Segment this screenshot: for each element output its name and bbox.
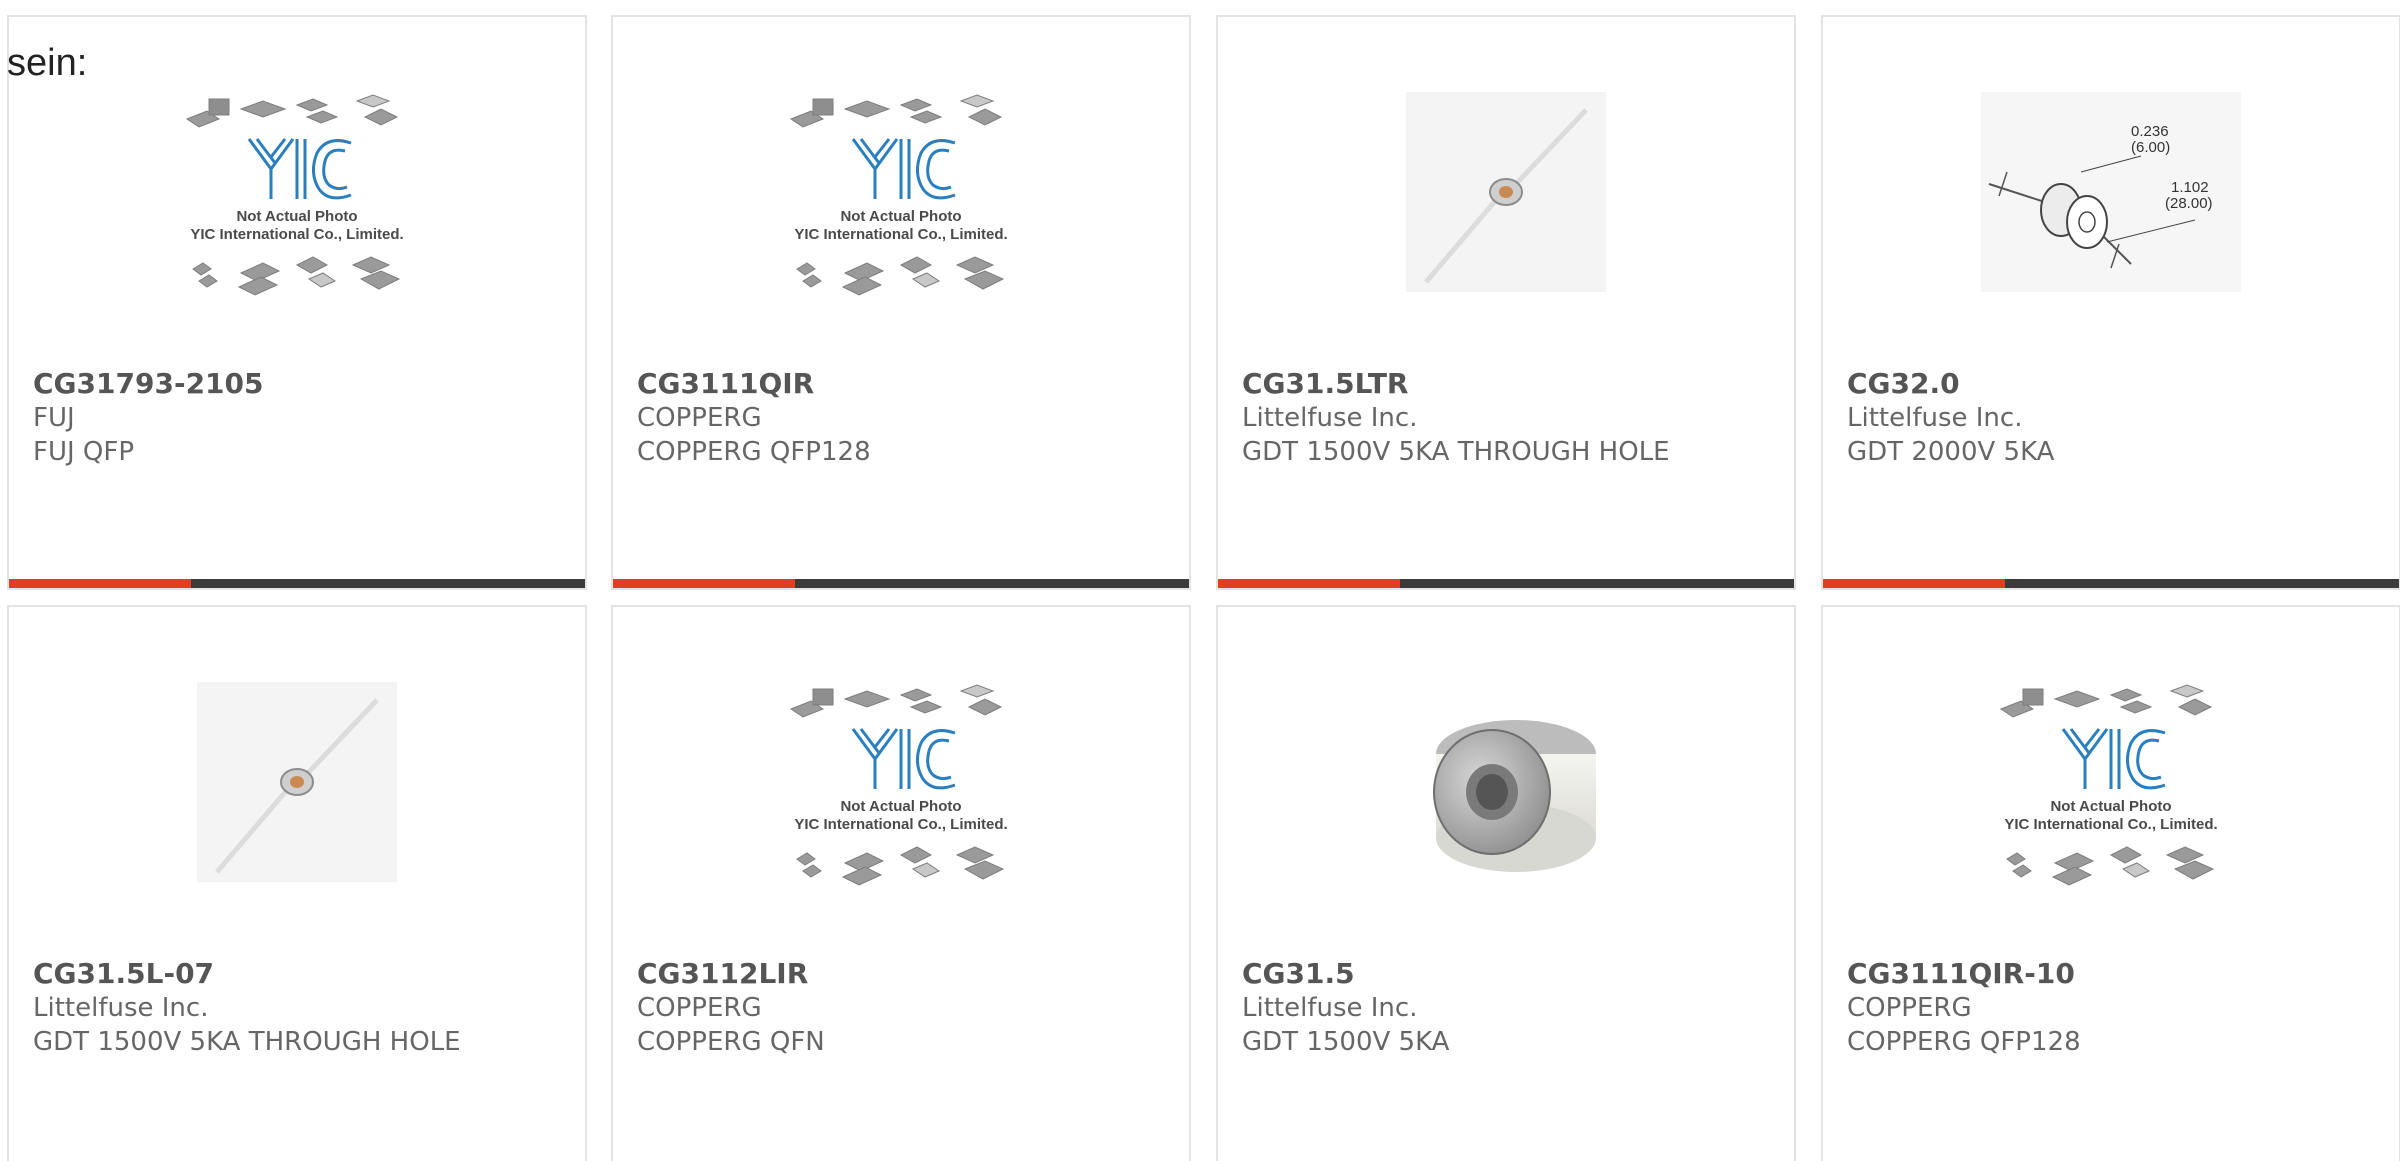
product-info: CG3111QIR COPPERG COPPERG QFP128 bbox=[637, 367, 1169, 469]
product-image[interactable]: Not Actual Photo YIC International Co., … bbox=[613, 667, 1189, 897]
yic-placeholder-icon: Not Actual Photo YIC International Co., … bbox=[1999, 684, 2218, 886]
svg-text:YIC International Co., Limited: YIC International Co., Limited. bbox=[794, 226, 1007, 243]
svg-text:YIC International Co., Limited: YIC International Co., Limited. bbox=[2004, 816, 2217, 833]
svg-text:Not Actual Photo: Not Actual Photo bbox=[236, 208, 357, 225]
product-manufacturer: Littelfuse Inc. bbox=[1242, 993, 1418, 1023]
ceramic-gdt-icon bbox=[1433, 720, 1596, 872]
product-info: CG31.5L-07 Littelfuse Inc. GDT 1500V 5KA… bbox=[33, 957, 565, 1059]
product-image[interactable]: 0.236 (6.00) 1.102 (28.00) bbox=[1823, 77, 2399, 307]
product-description: GDT 1500V 5KA bbox=[1242, 1027, 1450, 1057]
card-footer-accent bbox=[613, 579, 795, 588]
product-info: CG31.5 Littelfuse Inc. GDT 1500V 5KA bbox=[1242, 957, 1774, 1059]
card-footer-accent bbox=[9, 579, 191, 588]
product-card-cg31-5l-07[interactable]: CG31.5L-07 Littelfuse Inc. GDT 1500V 5KA… bbox=[7, 605, 587, 1161]
gas-discharge-tube-icon bbox=[1406, 92, 1606, 292]
product-image[interactable]: Not Actual Photo YIC International Co., … bbox=[613, 77, 1189, 307]
yic-placeholder-icon: Not Actual Photo YIC International Co., … bbox=[789, 94, 1008, 296]
product-image[interactable]: Not Actual Photo YIC International Co., … bbox=[1823, 667, 2399, 897]
product-part-number[interactable]: CG32.0 bbox=[1847, 367, 2379, 401]
product-card-cg3111qir-10[interactable]: Not Actual Photo YIC International Co., … bbox=[1821, 605, 2400, 1161]
svg-text:Not Actual Photo: Not Actual Photo bbox=[2050, 798, 2171, 815]
svg-text:YIC International Co., Limited: YIC International Co., Limited. bbox=[190, 226, 403, 243]
product-info: CG3111QIR-10 COPPERG COPPERG QFP128 bbox=[1847, 957, 2379, 1059]
yic-placeholder-icon: Not Actual Photo YIC International Co., … bbox=[789, 684, 1008, 886]
product-part-number[interactable]: CG31793-2105 bbox=[33, 367, 565, 401]
product-part-number[interactable]: CG3111QIR-10 bbox=[1847, 957, 2379, 991]
product-grid-page: sein: Not Actual Photo YIC International… bbox=[0, 0, 2400, 1161]
product-info: CG32.0 Littelfuse Inc. GDT 2000V 5KA bbox=[1847, 367, 2379, 469]
product-part-number[interactable]: CG31.5L-07 bbox=[33, 957, 565, 991]
svg-text:0.236: 0.236 bbox=[2131, 123, 2169, 140]
product-image[interactable] bbox=[1218, 77, 1794, 307]
intro-text: sein: bbox=[7, 42, 88, 84]
yic-placeholder-icon: Not Actual Photo YIC International Co., … bbox=[185, 94, 404, 296]
product-card-cg31-5[interactable]: CG31.5 Littelfuse Inc. GDT 1500V 5KA bbox=[1216, 605, 1796, 1161]
product-description: GDT 1500V 5KA THROUGH HOLE bbox=[1242, 437, 1670, 467]
product-manufacturer: COPPERG bbox=[1847, 993, 1972, 1023]
product-description: COPPERG QFP128 bbox=[1847, 1027, 2081, 1057]
product-image[interactable] bbox=[9, 667, 585, 897]
product-manufacturer: COPPERG bbox=[637, 993, 762, 1023]
product-manufacturer: Littelfuse Inc. bbox=[1242, 403, 1418, 433]
svg-text:Not Actual Photo: Not Actual Photo bbox=[840, 208, 961, 225]
svg-text:Not Actual Photo: Not Actual Photo bbox=[840, 798, 961, 815]
product-description: COPPERG QFN bbox=[637, 1027, 825, 1057]
product-info: CG31.5LTR Littelfuse Inc. GDT 1500V 5KA … bbox=[1242, 367, 1774, 469]
product-card-cg3111qir[interactable]: Not Actual Photo YIC International Co., … bbox=[611, 15, 1191, 590]
product-manufacturer: COPPERG bbox=[637, 403, 762, 433]
card-footer-bar bbox=[1823, 579, 2399, 588]
card-footer-accent bbox=[1218, 579, 1400, 588]
product-description: GDT 1500V 5KA THROUGH HOLE bbox=[33, 1027, 461, 1057]
product-card-cg3112lir[interactable]: Not Actual Photo YIC International Co., … bbox=[611, 605, 1191, 1161]
product-description: GDT 2000V 5KA bbox=[1847, 437, 2055, 467]
product-info: CG3112LIR COPPERG COPPERG QFN bbox=[637, 957, 1169, 1059]
svg-text:1.102: 1.102 bbox=[2171, 179, 2209, 196]
product-card-cg31793-2105[interactable]: Not Actual Photo YIC International Co., … bbox=[7, 15, 587, 590]
product-info: CG31793-2105 FUJ FUJ QFP bbox=[33, 367, 565, 469]
card-footer-bar bbox=[613, 579, 1189, 588]
product-manufacturer: Littelfuse Inc. bbox=[1847, 403, 2023, 433]
svg-text:YIC International Co., Limited: YIC International Co., Limited. bbox=[794, 816, 1007, 833]
product-part-number[interactable]: CG31.5LTR bbox=[1242, 367, 1774, 401]
product-part-number[interactable]: CG3112LIR bbox=[637, 957, 1169, 991]
card-footer-bar bbox=[1218, 579, 1794, 588]
product-description: FUJ QFP bbox=[33, 437, 135, 467]
card-footer-bar bbox=[9, 579, 585, 588]
svg-text:(6.00): (6.00) bbox=[2131, 139, 2170, 156]
product-part-number[interactable]: CG31.5 bbox=[1242, 957, 1774, 991]
product-card-cg31-5ltr[interactable]: CG31.5LTR Littelfuse Inc. GDT 1500V 5KA … bbox=[1216, 15, 1796, 590]
product-card-cg32-0[interactable]: 0.236 (6.00) 1.102 (28.00) CG32.0 Littel… bbox=[1821, 15, 2400, 590]
product-image[interactable] bbox=[1218, 667, 1794, 897]
card-footer-accent bbox=[1823, 579, 2005, 588]
dimension-drawing-icon: 0.236 (6.00) 1.102 (28.00) bbox=[1981, 92, 2241, 292]
product-manufacturer: FUJ bbox=[33, 403, 75, 433]
product-manufacturer: Littelfuse Inc. bbox=[33, 993, 209, 1023]
gas-discharge-tube-icon bbox=[197, 682, 397, 882]
product-image[interactable]: Not Actual Photo YIC International Co., … bbox=[9, 77, 585, 307]
product-part-number[interactable]: CG3111QIR bbox=[637, 367, 1169, 401]
svg-text:(28.00): (28.00) bbox=[2165, 195, 2213, 212]
product-description: COPPERG QFP128 bbox=[637, 437, 871, 467]
